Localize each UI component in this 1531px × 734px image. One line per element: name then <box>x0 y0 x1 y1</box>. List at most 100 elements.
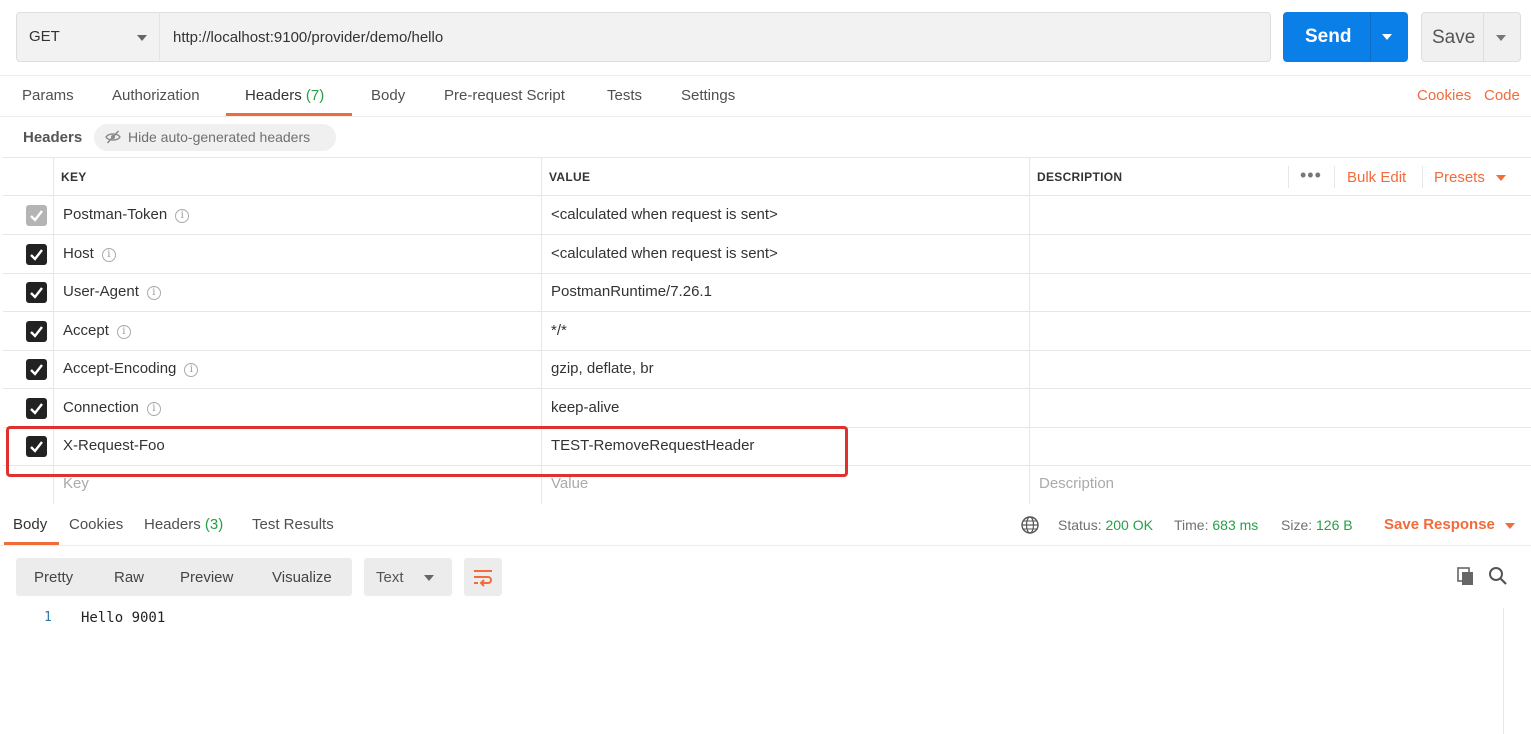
tab-pre-request-script[interactable]: Pre-request Script <box>444 87 565 104</box>
status-value: 200 OK <box>1105 517 1153 533</box>
info-icon[interactable]: i <box>175 209 190 223</box>
info-icon[interactable]: i <box>101 247 116 262</box>
checkbox-icon[interactable] <box>26 320 47 342</box>
save-button[interactable]: Save <box>1421 12 1521 62</box>
checkbox-icon[interactable] <box>26 359 47 380</box>
header-key[interactable]: Host i <box>63 245 116 262</box>
tab-headers[interactable]: Headers (7) <box>245 87 324 104</box>
tab-settings[interactable]: Settings <box>681 87 735 104</box>
format-label: Text <box>376 569 404 586</box>
response-tab-headers[interactable]: Headers (3) <box>144 516 223 533</box>
send-label: Send <box>1305 26 1352 47</box>
hide-auto-generated-label: Hide auto-generated headers <box>128 129 311 145</box>
column-divider <box>53 196 54 234</box>
globe-icon[interactable] <box>1020 515 1040 539</box>
info-icon[interactable]: i <box>146 401 161 416</box>
tab-authorization[interactable]: Authorization <box>112 87 200 104</box>
size-value: 126 B <box>1316 517 1353 533</box>
wrap-lines-button[interactable] <box>464 558 502 596</box>
tab-params[interactable]: Params <box>22 87 74 104</box>
table-row: Connection i keep-alive <box>3 388 1531 428</box>
header-key-text: Accept-Encoding <box>63 360 177 377</box>
header-value[interactable]: PostmanRuntime/7.26.1 <box>551 283 712 300</box>
save-label: Save <box>1432 27 1476 48</box>
search-icon[interactable] <box>1488 566 1508 590</box>
info-icon[interactable]: i <box>184 363 199 377</box>
header-key[interactable]: Accept i <box>63 322 131 339</box>
response-tab-headers-label: Headers <box>144 516 201 533</box>
method-select[interactable]: GET <box>16 12 160 62</box>
presets-chevron-icon[interactable] <box>1496 175 1506 181</box>
table-row: Host i <calculated when request is sent> <box>3 234 1531 274</box>
header-key[interactable]: Accept-Encoding i <box>63 360 199 377</box>
url-text: http://localhost:9100/provider/demo/hell… <box>173 29 444 46</box>
time-label: Time: <box>1174 517 1209 533</box>
send-button[interactable]: Send <box>1283 12 1408 62</box>
new-key-input[interactable]: Key <box>63 475 89 492</box>
column-divider <box>541 196 542 234</box>
header-value[interactable]: keep-alive <box>551 399 619 416</box>
column-divider <box>1029 158 1030 195</box>
header-key[interactable]: User-Agent i <box>63 283 161 300</box>
view-pretty-button[interactable]: Pretty <box>34 569 73 586</box>
hide-auto-generated-button[interactable]: Hide auto-generated headers <box>94 124 336 151</box>
column-divider <box>1029 427 1030 465</box>
column-divider <box>53 158 54 195</box>
column-divider <box>53 388 54 427</box>
response-tab-cookies[interactable]: Cookies <box>69 516 123 533</box>
column-divider <box>53 234 54 273</box>
code-link[interactable]: Code <box>1484 87 1520 104</box>
header-value[interactable]: */* <box>551 322 567 339</box>
eye-off-icon <box>105 129 121 149</box>
save-response-button[interactable]: Save Response <box>1384 516 1495 533</box>
request-tabs: Params Authorization Headers (7) Body Pr… <box>0 76 1531 117</box>
header-value[interactable]: <calculated when request is sent> <box>551 245 778 262</box>
url-input[interactable]: http://localhost:9100/provider/demo/hell… <box>159 12 1271 62</box>
info-icon[interactable]: i <box>116 324 131 339</box>
send-options-chevron-icon[interactable] <box>1382 34 1392 40</box>
tab-headers-label: Headers <box>245 87 302 104</box>
save-response-chevron-icon[interactable] <box>1505 523 1515 529</box>
line-number: 1 <box>44 610 52 625</box>
format-select[interactable]: Text <box>364 558 452 596</box>
response-tab-body[interactable]: Body <box>13 516 47 533</box>
column-divider <box>541 158 542 195</box>
header-value[interactable]: gzip, deflate, br <box>551 360 654 377</box>
response-scrollbar[interactable] <box>1503 608 1504 734</box>
active-response-tab-indicator <box>4 542 59 545</box>
request-bar: GET http://localhost:9100/provider/demo/… <box>0 0 1531 76</box>
tab-headers-count: (7) <box>305 87 325 104</box>
header-key[interactable]: Postman-Token i <box>63 206 190 223</box>
column-divider <box>541 350 542 388</box>
checkbox-icon[interactable] <box>26 282 47 303</box>
column-divider <box>53 350 54 388</box>
view-raw-button[interactable]: Raw <box>114 569 144 586</box>
presets-dropdown[interactable]: Presets <box>1434 169 1485 186</box>
view-preview-button[interactable]: Preview <box>180 569 233 586</box>
save-options-chevron-icon[interactable] <box>1496 35 1506 41</box>
send-divider <box>1370 12 1371 62</box>
column-divider <box>1029 388 1030 427</box>
bulk-edit-link[interactable]: Bulk Edit <box>1347 169 1406 186</box>
header-key[interactable]: Connection i <box>63 399 161 416</box>
copy-icon[interactable] <box>1456 566 1476 590</box>
new-description-input[interactable]: Description <box>1039 475 1114 492</box>
info-icon[interactable]: i <box>146 286 161 300</box>
new-value-input[interactable]: Value <box>551 475 588 492</box>
header-value[interactable]: <calculated when request is sent> <box>551 206 778 223</box>
view-visualize-button[interactable]: Visualize <box>272 569 332 586</box>
column-header-description: DESCRIPTION <box>1037 170 1123 184</box>
tab-tests[interactable]: Tests <box>607 87 642 104</box>
table-row: Accept i */* <box>3 311 1531 351</box>
method-label: GET <box>29 28 60 45</box>
response-tab-test-results[interactable]: Test Results <box>252 516 334 533</box>
cookies-link[interactable]: Cookies <box>1417 87 1471 104</box>
checkbox-icon[interactable] <box>26 243 47 265</box>
checkbox-icon[interactable] <box>26 397 47 419</box>
time-readout: Time: 683 ms <box>1174 517 1258 533</box>
more-icon[interactable]: ••• <box>1300 165 1322 186</box>
table-row: User-Agent i PostmanRuntime/7.26.1 <box>3 273 1531 312</box>
checkbox-icon <box>26 205 47 226</box>
headers-toolbar: Headers Hide auto-generated headers <box>0 117 1531 157</box>
tab-body[interactable]: Body <box>371 87 405 104</box>
